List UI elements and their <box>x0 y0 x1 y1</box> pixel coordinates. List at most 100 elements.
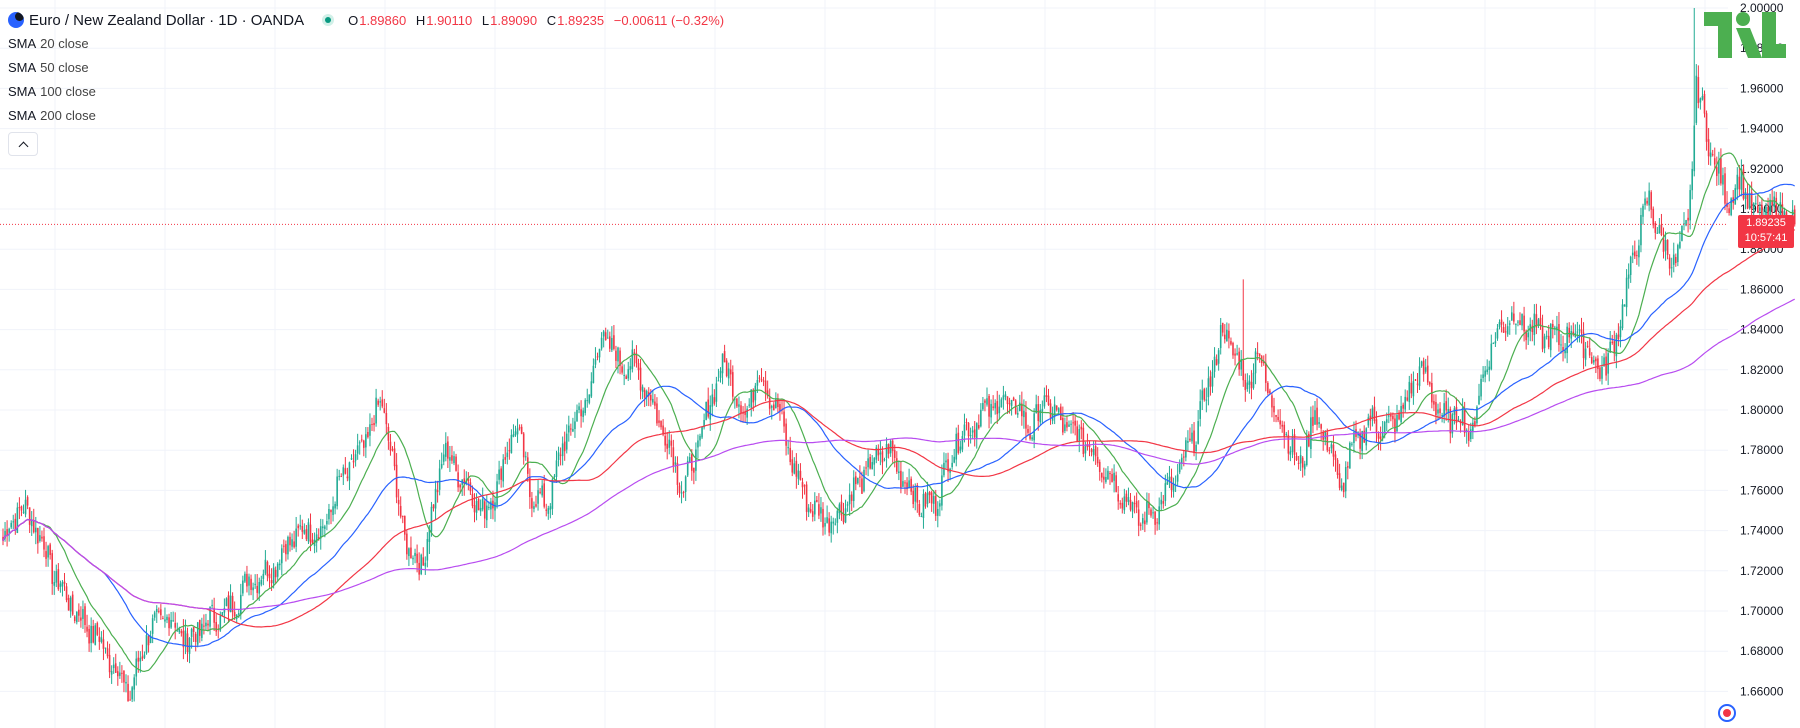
candle-body <box>1474 421 1476 426</box>
candle-body <box>41 536 43 539</box>
indicator-sma-50[interactable]: SMA 50 close <box>8 56 730 80</box>
candle-body <box>59 583 62 587</box>
candle-body <box>440 463 443 468</box>
candle-body <box>1396 414 1398 432</box>
candle-body <box>1057 408 1060 413</box>
candle-body <box>1195 444 1197 452</box>
candle-body <box>1490 343 1493 370</box>
candle-body <box>863 469 865 492</box>
candle-body <box>1189 438 1191 441</box>
indicator-sma-200[interactable]: SMA 200 close <box>8 104 730 128</box>
candle-body <box>524 456 527 458</box>
candle-body <box>1246 382 1249 390</box>
candle-body <box>1115 475 1117 492</box>
indicator-sma-100[interactable]: SMA 100 close <box>8 80 730 104</box>
candle-body <box>375 397 377 424</box>
candle-body <box>61 582 64 587</box>
candle-body <box>1568 327 1570 338</box>
candle-body <box>1646 200 1648 204</box>
candle-body <box>203 625 205 627</box>
candle-body <box>1066 422 1068 428</box>
candle-body <box>1342 482 1345 493</box>
candle-body <box>1154 511 1156 525</box>
candle-body <box>1480 378 1482 397</box>
candle-body <box>1133 503 1136 505</box>
collapse-legend-button[interactable] <box>8 132 38 156</box>
candle-body <box>283 545 285 547</box>
candle-body <box>151 618 154 634</box>
candle-body <box>682 491 685 493</box>
candle-body <box>108 654 111 673</box>
candle-body <box>762 380 765 382</box>
candle-body <box>910 478 912 492</box>
candle-body <box>643 389 646 398</box>
candle-body <box>12 521 15 523</box>
candle-body <box>561 443 564 457</box>
candle-body <box>773 404 775 411</box>
chart-settings-icon[interactable] <box>1718 704 1736 722</box>
candle-body <box>1433 401 1435 405</box>
candle-body <box>49 544 51 555</box>
candle-body <box>137 657 140 662</box>
candle-body <box>1625 277 1628 308</box>
candle-body <box>303 529 306 534</box>
candle-body <box>684 476 687 493</box>
market-status-icon[interactable] <box>322 14 335 26</box>
candle-body <box>1351 443 1353 445</box>
candle-body <box>1025 412 1027 429</box>
candle-body <box>1256 352 1259 354</box>
candle-body <box>1697 77 1700 104</box>
candle-body <box>71 594 74 615</box>
candle-body <box>680 492 683 494</box>
candle-body <box>1234 353 1236 356</box>
candle-body <box>1213 356 1216 372</box>
candle-body <box>828 518 830 533</box>
candle-body <box>818 504 820 516</box>
candle-body <box>244 573 246 582</box>
candle-body <box>1121 502 1124 509</box>
candle-body <box>1601 367 1603 379</box>
candle-body <box>1203 388 1206 400</box>
candle-body <box>1408 381 1411 403</box>
candle-body <box>1523 315 1525 332</box>
symbol-title[interactable]: Euro / New Zealand Dollar · 1D · OANDA <box>29 12 304 29</box>
candle-body <box>1074 420 1076 426</box>
candle-body <box>826 517 828 523</box>
candle-body <box>381 399 384 407</box>
candle-body <box>879 452 882 455</box>
candle-body <box>1502 327 1505 333</box>
candle-body <box>1033 413 1035 441</box>
candle-body <box>453 456 455 464</box>
candle-body <box>539 491 541 493</box>
candle-body <box>1383 422 1386 434</box>
candle-body <box>1658 224 1661 234</box>
candle-body <box>814 500 816 515</box>
candle-body <box>1699 98 1702 103</box>
candle-body <box>1207 378 1210 398</box>
candle-body <box>153 612 156 618</box>
candle-body <box>531 498 533 509</box>
candle-body <box>272 567 275 584</box>
candle-body <box>506 452 509 458</box>
candle-body <box>1129 499 1132 510</box>
candle-body <box>1197 421 1199 444</box>
candle-body <box>922 493 925 518</box>
candle-body <box>861 478 863 494</box>
candle-body <box>1080 426 1083 430</box>
candle-body <box>926 492 929 504</box>
candle-body <box>1595 358 1597 362</box>
candle-body <box>508 450 511 452</box>
candle-body <box>713 397 716 404</box>
candle-body <box>383 408 386 413</box>
indicator-sma-20[interactable]: SMA 20 close <box>8 32 730 56</box>
candle-body <box>697 440 699 448</box>
candle-body <box>147 636 150 646</box>
candle-body <box>1072 422 1074 424</box>
candle-body <box>1500 319 1503 325</box>
candle-body <box>1414 379 1417 381</box>
candle-body <box>365 434 367 448</box>
candle-body <box>1545 335 1548 337</box>
candle-body <box>980 409 982 427</box>
candle-body <box>1508 323 1511 325</box>
candle-body <box>162 618 164 620</box>
